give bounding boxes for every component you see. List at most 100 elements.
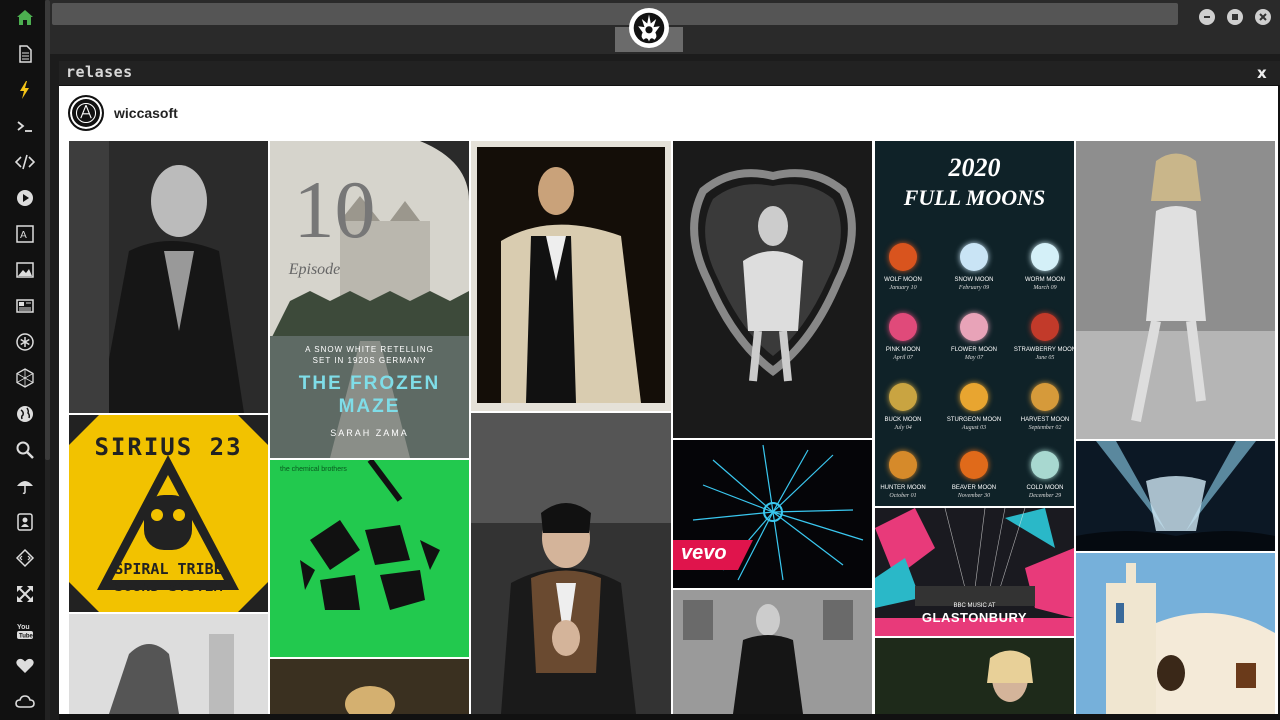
photo-tile[interactable]: [69, 141, 268, 413]
moons-year: 2020: [948, 153, 1001, 182]
photo-tile[interactable]: [1076, 141, 1275, 439]
moon-item: HUNTER MOON October 01: [875, 451, 936, 499]
document-icon[interactable]: [13, 42, 37, 66]
frozen-maze-tile[interactable]: 10 Episode A SNOW WHITE RETELLING SET IN…: [270, 141, 469, 458]
moon-name: STRAWBERRY MOON: [1013, 347, 1074, 353]
moon-icon: [960, 383, 988, 411]
asterisk-icon[interactable]: [13, 330, 37, 354]
moon-name: COLD MOON: [1026, 485, 1064, 491]
cloud-icon[interactable]: [13, 690, 37, 714]
moon-date: June 05: [1035, 355, 1055, 361]
photo-tile[interactable]: [69, 614, 268, 714]
moon-name: WOLF MOON: [884, 277, 922, 283]
panel-close-button[interactable]: x: [1257, 64, 1267, 82]
play-icon[interactable]: [13, 186, 37, 210]
moon-date: July 04: [894, 425, 912, 431]
contact-icon[interactable]: [13, 510, 37, 534]
moon-date: February 09: [958, 285, 990, 291]
svg-text:A: A: [20, 230, 27, 241]
moon-date: May 07: [964, 355, 984, 361]
sidebar-scrollbar-thumb[interactable]: [45, 0, 50, 460]
avatar[interactable]: [68, 95, 104, 131]
heart-icon[interactable]: [13, 654, 37, 678]
svg-text:Tube: Tube: [19, 634, 34, 640]
umbrella-icon[interactable]: [13, 474, 37, 498]
home-icon[interactable]: [13, 6, 37, 30]
photo-tile[interactable]: [471, 141, 671, 411]
search-icon[interactable]: [13, 438, 37, 462]
moon-item: BUCK MOON July 04: [875, 383, 936, 431]
newspaper-icon[interactable]: [13, 294, 37, 318]
photo-tile[interactable]: [270, 659, 469, 714]
photo-tile[interactable]: [875, 638, 1074, 714]
sirius-line-3: SOUND SYSTEM: [114, 577, 223, 595]
glastonbury-prefix: BBC MUSIC AT: [953, 603, 996, 609]
moon-date: November 30: [957, 493, 991, 499]
sidebar: A You Tube: [0, 0, 50, 720]
full-moons-tile[interactable]: 2020 FULL MOONS WOLF MOON January 10 SNOW …: [875, 141, 1074, 506]
subtitle-line-1: A SNOW WHITE RETELLING: [305, 345, 434, 354]
moon-name: WORM MOON: [1025, 277, 1065, 283]
content-area: wiccasoft SIRIUS 23 SPIRAL TRIBE SOUND S…: [59, 86, 1278, 714]
profile-header[interactable]: wiccasoft: [68, 95, 178, 131]
moon-icon: [889, 243, 917, 271]
photo-tile[interactable]: [673, 590, 872, 714]
panel-title: relases: [66, 63, 133, 81]
photo-tile[interactable]: [471, 413, 671, 714]
moon-item: BEAVER MOON November 30: [941, 451, 1007, 499]
sirius-23-tile[interactable]: SIRIUS 23 SPIRAL TRIBE SOUND SYSTEM: [69, 415, 268, 612]
concert-tile[interactable]: [1076, 441, 1275, 551]
diamond-code-icon[interactable]: [13, 546, 37, 570]
moon-icon: [1031, 451, 1059, 479]
moon-date: August 03: [961, 425, 987, 431]
moon-icon: [1031, 243, 1059, 271]
moon-item: STURGEON MOON August 03: [941, 383, 1007, 431]
svg-text:You: You: [17, 624, 30, 631]
moon-name: BEAVER MOON: [951, 485, 997, 491]
globe-icon[interactable]: [13, 402, 37, 426]
tab-strip[interactable]: [52, 3, 1178, 25]
code-icon[interactable]: [13, 150, 37, 174]
vevo-tile[interactable]: vevo: [673, 440, 872, 588]
moon-item: WOLF MOON January 10: [875, 243, 936, 291]
moon-icon: [889, 451, 917, 479]
moon-date: September 02: [1028, 425, 1062, 431]
translate-icon[interactable]: A: [13, 222, 37, 246]
username[interactable]: wiccasoft: [114, 105, 178, 121]
moon-icon: [1031, 383, 1059, 411]
hexagon-icon[interactable]: [13, 366, 37, 390]
moon-icon: [889, 313, 917, 341]
moon-icon: [960, 313, 988, 341]
lightning-icon[interactable]: [13, 78, 37, 102]
episode-label: Episode: [288, 261, 341, 278]
glastonbury-label: GLASTONBURY: [921, 610, 1028, 625]
expand-icon[interactable]: [13, 582, 37, 606]
maximize-button[interactable]: [1227, 9, 1243, 25]
subtitle-line-2: SET IN 1920S GERMANY: [312, 356, 427, 365]
chemical-brothers-tile[interactable]: the chemical brothers: [270, 460, 469, 657]
photo-tile[interactable]: [673, 141, 872, 438]
sirius-line-2: SPIRAL TRIBE: [114, 560, 223, 578]
book-author: SARAH ZAMA: [330, 428, 409, 438]
minimize-button[interactable]: [1199, 9, 1215, 25]
panel-header: [59, 61, 1280, 85]
rebel-alliance-icon: [629, 8, 669, 48]
moon-name: HARVEST MOON: [1020, 417, 1070, 423]
moon-name: PINK MOON: [885, 347, 921, 353]
moon-name: SNOW MOON: [954, 277, 994, 283]
close-window-button[interactable]: [1255, 9, 1271, 25]
moon-item: SNOW MOON February 09: [941, 243, 1007, 291]
image-icon[interactable]: [13, 258, 37, 282]
episode-number: 10: [293, 164, 376, 255]
book-title-1: THE FROZEN: [298, 373, 441, 394]
youtube-icon[interactable]: You Tube: [13, 618, 37, 642]
terminal-icon[interactable]: [13, 114, 37, 138]
glastonbury-tile[interactable]: BBC MUSIC AT GLASTONBURY: [875, 508, 1074, 636]
moon-name: FLOWER MOON: [951, 347, 997, 353]
photo-tile[interactable]: [1076, 553, 1275, 714]
moon-icon: [1031, 313, 1059, 341]
moon-date: April 07: [893, 355, 913, 361]
moon-item: COLD MOON December 29: [1012, 451, 1074, 499]
moon-name: BUCK MOON: [884, 417, 922, 423]
moon-item: FLOWER MOON May 07: [941, 313, 1007, 361]
